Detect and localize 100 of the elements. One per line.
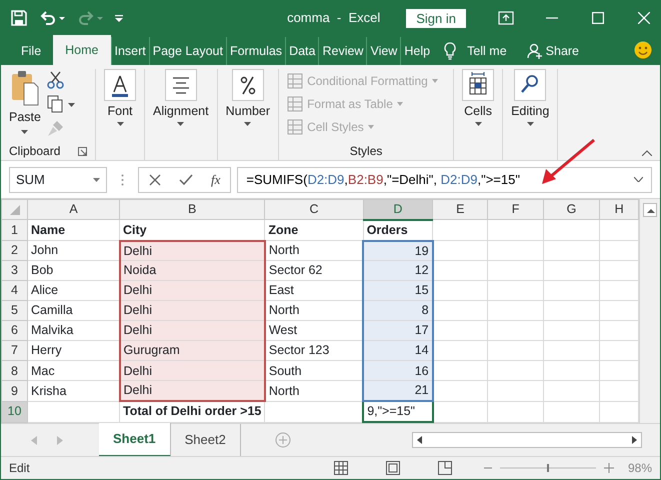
check-icon[interactable] bbox=[179, 174, 193, 186]
column-header[interactable]: D bbox=[363, 200, 433, 220]
row-header[interactable]: 10 bbox=[2, 401, 28, 422]
tell-me-field[interactable]: Tell me bbox=[467, 37, 507, 65]
cell-text: John bbox=[31, 243, 58, 258]
expand-formula-icon[interactable] bbox=[634, 177, 643, 182]
cell-text: Mac bbox=[31, 364, 55, 378]
page-break-icon[interactable] bbox=[438, 461, 452, 475]
cell-text: North bbox=[268, 243, 300, 258]
copy-icon[interactable] bbox=[46, 95, 75, 113]
cell-text: Camilla bbox=[31, 303, 73, 318]
paste-button[interactable]: Paste bbox=[9, 69, 41, 142]
cell-text: Gurugram bbox=[124, 343, 180, 358]
name-box[interactable]: SUM bbox=[9, 166, 107, 192]
collapse-ribbon-icon[interactable] bbox=[642, 150, 652, 156]
ribbon-button[interactable]: Number bbox=[226, 69, 270, 142]
sheet-tab[interactable]: Sheet1 bbox=[99, 423, 171, 457]
cell-text: Total of Delhi order >15 bbox=[123, 404, 262, 418]
scissors-icon[interactable] bbox=[46, 71, 65, 89]
window-title: comma - Excel bbox=[287, 9, 380, 28]
zoom-slider[interactable] bbox=[500, 463, 596, 473]
column-header[interactable]: H bbox=[600, 200, 638, 220]
ribbon-tab[interactable]: Home bbox=[53, 35, 110, 65]
cell-text: City bbox=[123, 222, 147, 237]
caret-icon bbox=[526, 122, 534, 126]
row-header[interactable]: 7 bbox=[2, 340, 28, 361]
insert-function-button[interactable]: fx bbox=[211, 170, 220, 190]
dialog-launcher-icon[interactable] bbox=[78, 146, 87, 156]
column-header[interactable]: E bbox=[432, 200, 488, 220]
zoom-in-icon[interactable] bbox=[604, 463, 614, 473]
cell-text: Zone bbox=[268, 222, 298, 237]
row-header[interactable]: 2 bbox=[2, 240, 28, 261]
cell-text: Sector 62 bbox=[268, 263, 322, 278]
cell-text: Krisha bbox=[31, 384, 66, 398]
cell-text: 17 bbox=[414, 323, 429, 338]
maximize-icon[interactable] bbox=[592, 12, 604, 24]
row-header[interactable]: 6 bbox=[2, 320, 28, 341]
caret-icon bbox=[93, 178, 100, 182]
grip-icon bbox=[121, 174, 124, 186]
caret-icon bbox=[177, 122, 184, 126]
column-header[interactable]: B bbox=[120, 200, 265, 220]
cell-text: Delhi bbox=[124, 303, 152, 318]
cell-text: 8 bbox=[422, 303, 429, 318]
status-mode: Edit bbox=[9, 460, 30, 477]
cell-text: Delhi bbox=[124, 364, 152, 378]
cell-text: 16 bbox=[414, 364, 429, 378]
row-header[interactable]: 9 bbox=[2, 380, 28, 402]
group-label: Styles bbox=[350, 144, 382, 158]
cell-text: East bbox=[268, 283, 294, 298]
row-header[interactable]: 3 bbox=[2, 260, 28, 281]
column-header[interactable]: G bbox=[543, 200, 600, 220]
row-header[interactable]: 5 bbox=[2, 300, 28, 321]
close-icon[interactable] bbox=[638, 12, 650, 24]
caret-icon bbox=[244, 122, 252, 126]
cell-text: 15 bbox=[414, 283, 429, 298]
group-label: Clipboard bbox=[9, 143, 60, 160]
ribbon-tab[interactable]: File bbox=[9, 37, 54, 65]
cell-text: 19 bbox=[414, 244, 429, 258]
caret-icon bbox=[21, 128, 28, 136]
clipboard-icon bbox=[10, 69, 40, 107]
page-layout-icon[interactable] bbox=[386, 461, 400, 475]
scroll-up-icon[interactable] bbox=[643, 203, 657, 217]
cell-text: Name bbox=[31, 222, 66, 237]
normal-view-icon[interactable] bbox=[334, 461, 348, 475]
customize-toolbar-icon[interactable] bbox=[115, 14, 123, 22]
cell-text: South bbox=[268, 364, 302, 378]
cell-text: Malvika bbox=[31, 323, 74, 338]
cell-text: 12 bbox=[414, 263, 429, 278]
share-button[interactable]: Share bbox=[546, 37, 580, 65]
column-header[interactable]: C bbox=[264, 200, 364, 220]
ribbon-button[interactable]: Editing bbox=[511, 69, 550, 142]
save-icon[interactable] bbox=[11, 10, 27, 26]
caret-icon bbox=[474, 122, 482, 126]
cancel-icon[interactable] bbox=[149, 174, 161, 186]
horizontal-scrollbar[interactable] bbox=[412, 432, 642, 448]
cell-text: 14 bbox=[414, 343, 429, 358]
cell-text: Noida bbox=[124, 263, 156, 278]
cell-text: Orders bbox=[366, 222, 408, 237]
cell-text: Sector 123 bbox=[268, 343, 330, 358]
row-header[interactable]: 8 bbox=[2, 360, 28, 381]
ribbon-button[interactable]: Alignment bbox=[153, 69, 209, 142]
ribbon-display-icon[interactable] bbox=[498, 11, 514, 25]
caret-icon bbox=[432, 78, 438, 82]
column-header[interactable]: F bbox=[488, 200, 544, 220]
cell-text: Delhi bbox=[124, 323, 152, 338]
undo-icon[interactable] bbox=[39, 10, 65, 26]
cell-text: North bbox=[268, 303, 300, 318]
person-icon[interactable] bbox=[526, 43, 543, 59]
row-header[interactable]: 1 bbox=[2, 220, 28, 241]
smiley-icon[interactable] bbox=[634, 41, 652, 59]
cell-text: 21 bbox=[414, 383, 429, 398]
style-icon bbox=[287, 96, 304, 112]
ribbon-button[interactable]: Cells bbox=[462, 69, 494, 142]
cell-text: North bbox=[268, 384, 300, 398]
ribbon-button[interactable]: Font bbox=[104, 69, 136, 142]
slider-thumb[interactable] bbox=[546, 464, 549, 472]
row-header[interactable]: 4 bbox=[2, 280, 28, 301]
column-header[interactable]: A bbox=[28, 200, 120, 220]
style-icon bbox=[287, 118, 304, 134]
sign-in-button[interactable]: Sign in bbox=[406, 8, 466, 28]
